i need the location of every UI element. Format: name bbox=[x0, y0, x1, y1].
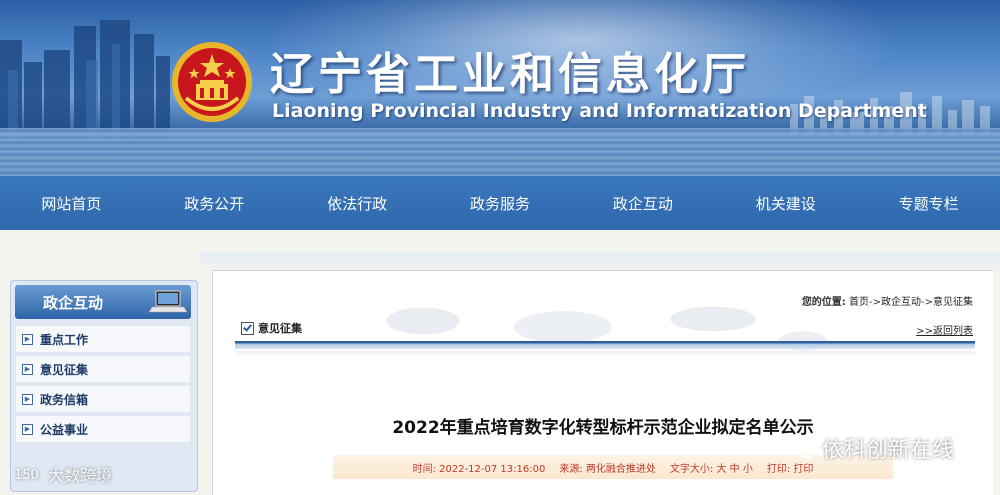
sidebar-item-label: 重点工作 bbox=[40, 332, 89, 347]
nav-item-gov-enterprise-interaction[interactable]: 政企互动 bbox=[571, 193, 714, 214]
sidebar-item-label: 政务信箱 bbox=[40, 392, 89, 407]
sidebar-item-label: 意见征集 bbox=[40, 362, 89, 377]
nav-item-gov-affairs-open[interactable]: 政务公开 bbox=[143, 193, 286, 214]
wechat-watermark: 依科创新在线 bbox=[788, 432, 954, 464]
content-top-shadow bbox=[200, 252, 1000, 272]
sidebar-header: 政企互动 bbox=[15, 285, 191, 319]
nav-item-home[interactable]: 网站首页 bbox=[0, 193, 143, 214]
arrow-right-icon: ▶ bbox=[22, 423, 33, 435]
font-size-label: 文字大小: bbox=[669, 463, 714, 475]
section-heading: 意见征集 bbox=[241, 320, 302, 336]
divider bbox=[235, 341, 975, 349]
breadcrumb-section-link[interactable]: 政企互动 bbox=[881, 297, 921, 308]
corner-watermark: 150 大数跨境 bbox=[14, 462, 112, 486]
sidebar-item-gov-mailbox[interactable]: ▶ 政务信箱 bbox=[15, 385, 191, 413]
site-title-en: Liaoning Provincial Industry and Informa… bbox=[272, 100, 927, 122]
nav-item-special-topics[interactable]: 专题专栏 bbox=[857, 193, 1000, 214]
main-nav: 网站首页 政务公开 依法行政 政务服务 政企互动 机关建设 专题专栏 bbox=[0, 176, 1000, 230]
sidebar-title: 政企互动 bbox=[43, 294, 104, 312]
nav-item-law-administration[interactable]: 依法行政 bbox=[286, 193, 429, 214]
breadcrumb-separator: -> bbox=[921, 297, 933, 308]
section-heading-label: 意见征集 bbox=[258, 322, 302, 335]
sidebar-item-key-work[interactable]: ▶ 重点工作 bbox=[15, 325, 191, 353]
sidebar-list: ▶ 重点工作 ▶ 意见征集 ▶ 政务信箱 ▶ 公益事业 bbox=[15, 325, 191, 445]
arrow-right-icon: ▶ bbox=[22, 393, 33, 405]
sidebar-item-label: 公益事业 bbox=[40, 422, 89, 437]
corner-watermark-text: 大数跨境 bbox=[48, 466, 113, 485]
breadcrumb-separator: -> bbox=[869, 297, 881, 308]
breadcrumb-current[interactable]: 意见征集 bbox=[933, 297, 973, 308]
sidebar-item-public-welfare[interactable]: ▶ 公益事业 bbox=[15, 415, 191, 443]
article-source: 来源: 两化融合推进处 bbox=[559, 463, 656, 475]
divider-shadow bbox=[235, 351, 975, 356]
checkbox-icon bbox=[241, 321, 254, 335]
site-title-cn: 辽宁省工业和信息化厅 bbox=[270, 49, 750, 100]
watermark-logo-icon: 150 bbox=[14, 468, 39, 483]
nav-item-gov-services[interactable]: 政务服务 bbox=[429, 193, 572, 214]
wechat-watermark-text: 依科创新在线 bbox=[822, 438, 955, 463]
nav-item-agency-building[interactable]: 机关建设 bbox=[714, 193, 857, 214]
font-size-large-button[interactable]: 大 bbox=[716, 464, 726, 475]
site-banner: 辽宁省工业和信息化厅 Liaoning Provincial Industry … bbox=[0, 0, 1000, 176]
font-size-controls: 文字大小: 大 中 小 bbox=[670, 460, 753, 475]
arrow-right-icon: ▶ bbox=[22, 333, 33, 345]
font-size-small-button[interactable]: 小 bbox=[743, 464, 753, 475]
national-emblem-icon bbox=[172, 42, 252, 122]
font-size-medium-button[interactable]: 中 bbox=[730, 464, 740, 475]
svg-text:150: 150 bbox=[14, 468, 39, 483]
sidebar: 政企互动 ▶ 重点工作 ▶ 意见征集 ▶ 政务信箱 ▶ 公益事业 bbox=[10, 280, 198, 492]
sidebar-item-opinion-collection[interactable]: ▶ 意见征集 bbox=[15, 355, 191, 383]
breadcrumb: 您的位置: 首页->政企互动->意见征集 bbox=[802, 293, 973, 308]
river-water bbox=[0, 128, 1000, 176]
laptop-icon bbox=[149, 290, 187, 313]
article-time: 时间: 2022-12-07 13:16:00 bbox=[412, 463, 546, 475]
breadcrumb-home-link[interactable]: 首页 bbox=[849, 297, 869, 308]
wechat-icon bbox=[788, 437, 816, 459]
back-to-list-link[interactable]: >>返回列表 bbox=[916, 322, 973, 337]
arrow-right-icon: ▶ bbox=[22, 363, 33, 375]
breadcrumb-prefix: 您的位置: bbox=[801, 297, 846, 308]
